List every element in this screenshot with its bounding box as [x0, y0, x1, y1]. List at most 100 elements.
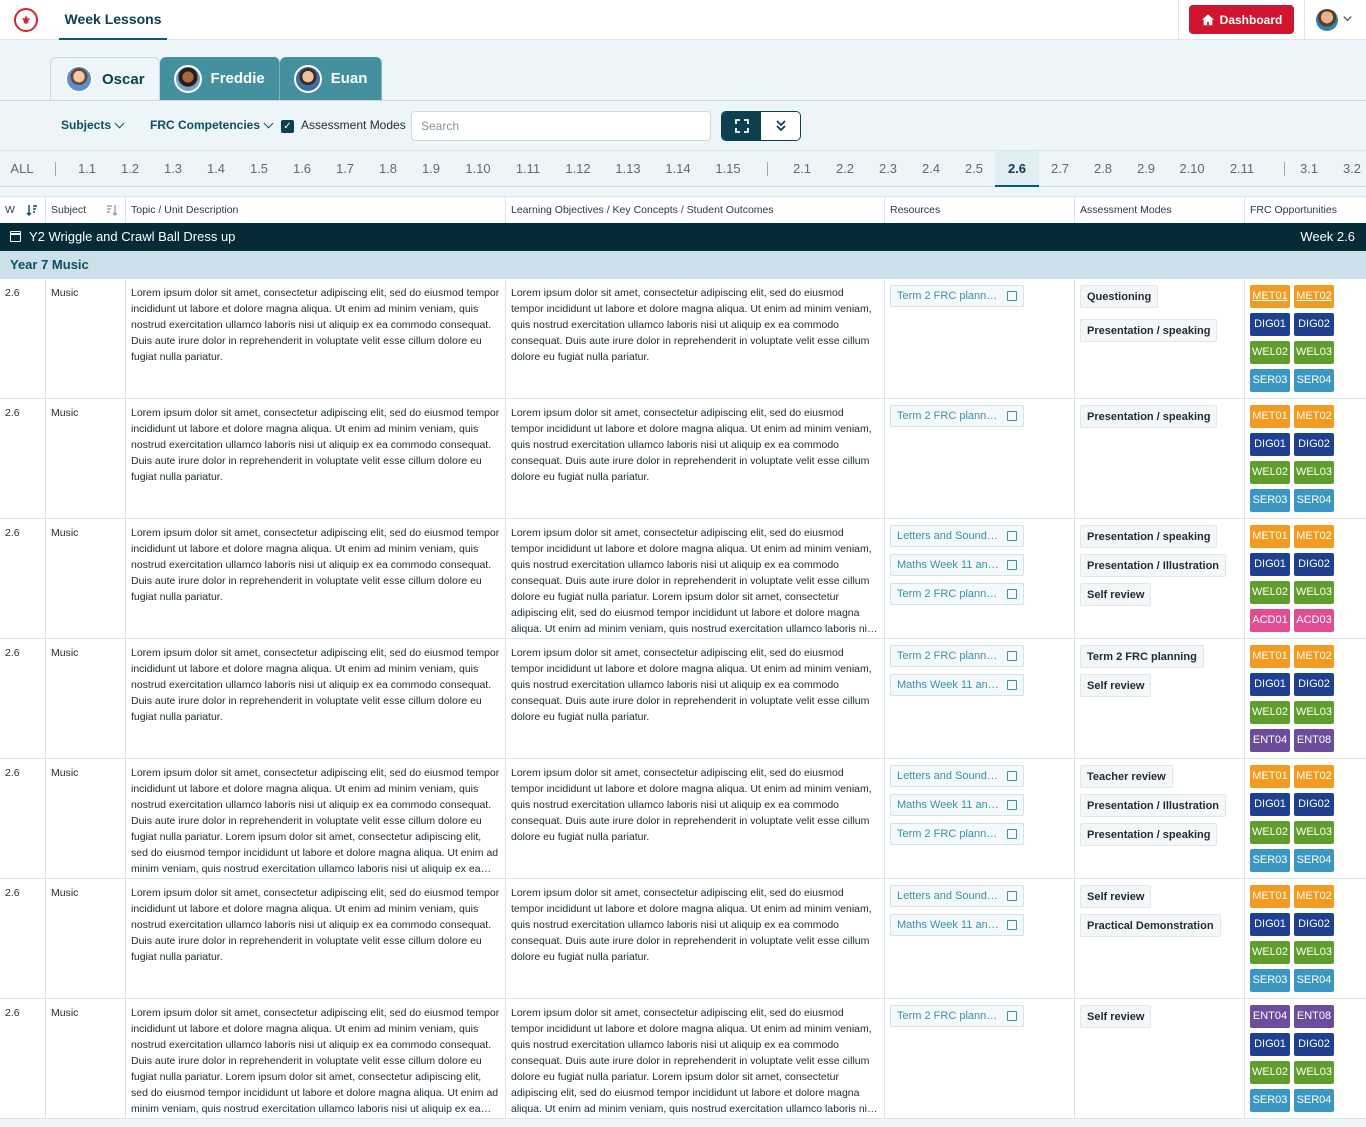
week-filter-item[interactable]: 1.14 [665, 151, 690, 187]
table-row[interactable]: 2.6 Music Lorem ipsum dolor sit amet, cons… [0, 399, 1366, 519]
table-row[interactable]: 2.6 Music Lorem ipsum dolor sit amet, cons… [0, 639, 1366, 759]
frc-badge[interactable]: ENT04 [1250, 1005, 1290, 1028]
week-filter-item[interactable]: 1.11 [516, 151, 540, 187]
sort-icon[interactable] [106, 204, 118, 216]
frc-badge[interactable]: DIG02 [1294, 1033, 1334, 1056]
resource-link[interactable]: Term 2 FRC planning [890, 583, 1024, 605]
frc-badge[interactable]: WEL03 [1294, 701, 1334, 724]
frc-badge[interactable]: MET02 [1294, 405, 1334, 428]
frc-badge[interactable]: DIG01 [1250, 1033, 1290, 1056]
column-header-w[interactable]: W [0, 197, 45, 223]
subjects-dropdown[interactable]: Subjects [61, 118, 125, 132]
week-filter-item[interactable]: 2.8 [1094, 151, 1112, 187]
frc-competencies-dropdown[interactable]: FRC Competencies [150, 118, 274, 132]
frc-badge[interactable]: DIG01 [1250, 433, 1290, 456]
frc-badge[interactable]: WEL02 [1250, 941, 1290, 964]
resource-link[interactable]: Term 2 FRC planning [890, 645, 1024, 667]
week-filter-item[interactable]: 2.10 [1179, 151, 1204, 187]
frc-badge[interactable]: MET01 [1250, 645, 1290, 668]
resource-link[interactable]: Maths Week 11 and 12 [890, 914, 1024, 936]
column-header-subject[interactable]: Subject [45, 197, 125, 223]
user-avatar[interactable] [1316, 9, 1338, 31]
frc-badge[interactable]: MET02 [1294, 285, 1334, 308]
tab-student-freddie[interactable]: Freddie [159, 57, 280, 100]
frc-badge[interactable]: MET02 [1294, 765, 1334, 788]
tab-student-euan[interactable]: Euan [279, 57, 383, 100]
table-row[interactable]: 2.6 Music Lorem ipsum dolor sit amet, cons… [0, 999, 1366, 1119]
frc-badge[interactable]: SER03 [1250, 489, 1290, 512]
week-filter-item[interactable]: 2.1 [793, 151, 811, 187]
table-row[interactable]: 2.6 Music Lorem ipsum dolor sit amet, cons… [0, 519, 1366, 639]
frc-badge[interactable]: WEL02 [1250, 341, 1290, 364]
resource-link[interactable]: Maths Week 11 and 12 [890, 674, 1024, 696]
week-filter-item[interactable]: 2.11 [1230, 151, 1254, 187]
frc-badge[interactable]: DIG01 [1250, 553, 1290, 576]
week-filter-item[interactable]: 2.3 [879, 151, 897, 187]
frc-badge[interactable]: WEL02 [1250, 1061, 1290, 1084]
resource-link[interactable]: Term 2 FRC planning [890, 285, 1024, 307]
frc-badge[interactable]: ENT08 [1294, 1005, 1334, 1028]
frc-badge[interactable]: DIG02 [1294, 793, 1334, 816]
resource-link[interactable]: Maths Week 11 and 12 [890, 794, 1024, 816]
resource-link[interactable]: Term 2 FRC planning [890, 823, 1024, 845]
week-filter-item[interactable]: 2.2 [836, 151, 854, 187]
resource-link[interactable]: Term 2 FRC planning [890, 1005, 1024, 1027]
page-title-tab[interactable]: Week Lessons [59, 0, 167, 40]
week-filter-item[interactable]: 1.3 [164, 151, 182, 187]
frc-badge[interactable]: MET01 [1250, 885, 1290, 908]
tab-student-oscar[interactable]: Oscar [50, 57, 160, 100]
frc-badge[interactable]: MET01 [1250, 285, 1290, 308]
frc-badge[interactable]: MET01 [1250, 765, 1290, 788]
frc-badge[interactable]: DIG02 [1294, 433, 1334, 456]
week-filter-item[interactable]: 2.5 [965, 151, 983, 187]
frc-badge[interactable]: DIG02 [1294, 313, 1334, 336]
week-filter-item[interactable]: 1.15 [715, 151, 740, 187]
frc-badge[interactable]: DIG01 [1250, 913, 1290, 936]
assessment-modes-checkbox[interactable]: ✓ [281, 120, 294, 133]
frc-badge[interactable]: DIG01 [1250, 313, 1290, 336]
frc-badge[interactable]: WEL03 [1294, 341, 1334, 364]
resource-link[interactable]: Letters and Sounds week ... [890, 525, 1024, 547]
fullscreen-button[interactable] [722, 112, 761, 140]
week-filter-item[interactable]: 1.10 [465, 151, 490, 187]
week-filter-item[interactable]: 2.7 [1051, 151, 1069, 187]
frc-badge[interactable]: MET01 [1250, 405, 1290, 428]
frc-badge[interactable]: WEL02 [1250, 821, 1290, 844]
frc-badge[interactable]: DIG02 [1294, 913, 1334, 936]
frc-badge[interactable]: MET01 [1250, 525, 1290, 548]
week-filter-item[interactable]: 1.4 [207, 151, 225, 187]
frc-badge[interactable]: SER04 [1294, 969, 1334, 992]
frc-badge[interactable]: ACD01 [1250, 609, 1290, 632]
week-filter-item[interactable]: 2.4 [922, 151, 940, 187]
frc-badge[interactable]: SER03 [1250, 969, 1290, 992]
week-filter-item[interactable]: 1.6 [293, 151, 311, 187]
frc-badge[interactable]: WEL03 [1294, 941, 1334, 964]
table-row[interactable]: 2.6 Music Lorem ipsum dolor sit amet, cons… [0, 759, 1366, 879]
week-filter-item[interactable]: 3.1 [1300, 151, 1318, 187]
search-input[interactable] [411, 111, 711, 141]
frc-badge[interactable]: WEL02 [1250, 461, 1290, 484]
week-filter-item[interactable]: 1.12 [565, 151, 590, 187]
frc-badge[interactable]: SER03 [1250, 849, 1290, 872]
frc-badge[interactable]: WEL03 [1294, 1061, 1334, 1084]
frc-badge[interactable]: ENT04 [1250, 729, 1290, 752]
week-filter-item[interactable]: 2.9 [1137, 151, 1155, 187]
expand-all-button[interactable] [761, 112, 800, 140]
week-filter-item[interactable]: 1.1 [78, 151, 96, 187]
week-filter-all[interactable]: ALL [10, 151, 33, 187]
frc-badge[interactable]: DIG02 [1294, 553, 1334, 576]
resource-link[interactable]: Letters and Sounds week ... [890, 885, 1024, 907]
dashboard-button[interactable]: Dashboard [1189, 5, 1294, 34]
week-filter-item[interactable]: 1.8 [379, 151, 397, 187]
frc-badge[interactable]: MET02 [1294, 645, 1334, 668]
week-filter-item[interactable]: 3.2 [1343, 151, 1361, 187]
table-row[interactable]: 2.6 Music Lorem ipsum dolor sit amet, cons… [0, 879, 1366, 999]
frc-badge[interactable]: DIG02 [1294, 673, 1334, 696]
frc-badge[interactable]: ENT08 [1294, 729, 1334, 752]
school-crest-icon[interactable]: ⚜ [14, 8, 38, 32]
chevron-down-icon[interactable] [1342, 13, 1354, 25]
sort-desc-icon[interactable] [26, 204, 38, 216]
frc-badge[interactable]: SER03 [1250, 1089, 1290, 1112]
frc-badge[interactable]: WEL02 [1250, 581, 1290, 604]
frc-badge[interactable]: MET02 [1294, 885, 1334, 908]
